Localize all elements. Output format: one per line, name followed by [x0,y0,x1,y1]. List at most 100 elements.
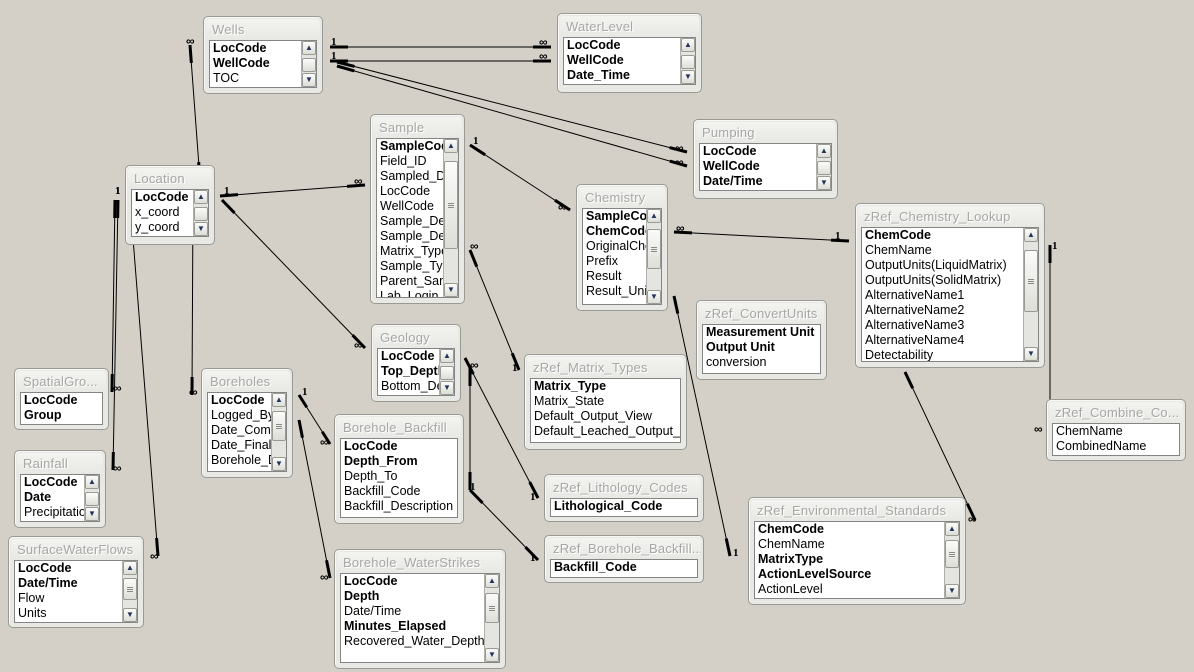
field-list-scrollbar[interactable]: ▲ ▼ [944,522,959,598]
table-title[interactable]: Borehole_Backfill [337,417,461,437]
field-row[interactable]: ChemName [755,537,949,552]
scroll-up-icon[interactable]: ▲ [444,139,458,153]
field-row[interactable]: Matrix_Type [377,244,448,259]
scroll-up-icon[interactable]: ▲ [302,41,316,55]
field-list[interactable]: LocCode WellCode Date_Time ▲ ▼ [563,37,696,85]
table-title[interactable]: Sample [373,117,462,137]
field-row[interactable]: y_coord [132,220,198,235]
scrollbar-thumb[interactable] [444,161,458,249]
table-window-zref_convertunits[interactable]: zRef_ConvertUnits Measurement Unit Output … [696,300,827,380]
field-row-key[interactable]: LocCode [210,41,306,56]
field-row-key[interactable]: WellCode [564,53,685,68]
field-row[interactable]: ActionLevel [755,582,949,597]
field-row-key[interactable]: WellCode [210,56,306,71]
relationships-canvas[interactable]: 1 ∞ 1 ∞ ∞ ∞ 1 ∞ 1 ∞ 1 ∞ ∞ ∞ ∞ ∞ 1 ∞ ∞ 1 ∞ 1 ∞ 1 1 1 ∞ ∞ 1 ∞ ∞ 1 1 Wells L… [0,0,1194,672]
table-window-pumping[interactable]: Pumping LocCode WellCode Date/Time ▲ ▼ [693,119,838,199]
scrollbar-thumb[interactable] [817,161,831,175]
field-row-key[interactable]: Date/Time [700,174,821,189]
field-row-key[interactable]: LocCode [15,561,127,576]
field-list[interactable]: Lithological_Code [550,498,698,517]
relationship-line[interactable] [469,249,520,371]
field-list[interactable]: LocCode Depth_From Depth_To Backfill_Code Ba… [340,438,458,518]
field-list-scrollbar[interactable]: ▲ ▼ [484,574,499,662]
field-list[interactable]: LocCode WellCode Date/Time ▲ ▼ [699,143,832,191]
field-list[interactable]: LocCodeTop_DepthBottom_Depth▲▼ [377,348,455,396]
scroll-up-icon[interactable]: ▲ [123,561,137,575]
scroll-up-icon[interactable]: ▲ [85,475,99,489]
field-list[interactable]: LocCode Date Precipitation ▲ ▼ [20,474,100,522]
table-window-zref_combine_compounds[interactable]: zRef_Combine_Co... ChemName CombinedName [1046,399,1186,461]
table-title[interactable]: zRef_ConvertUnits [699,303,824,323]
scroll-up-icon[interactable]: ▲ [1024,228,1038,242]
table-title[interactable]: zRef_Combine_Co... [1049,402,1183,422]
field-row[interactable]: Sample_Depth_To [377,229,448,244]
table-window-borehole_backfill[interactable]: Borehole_Backfill LocCode Depth_From Depth_… [334,414,464,524]
table-window-zref_lithology_codes[interactable]: zRef_Lithology_Codes Lithological_Code [544,474,704,522]
scroll-up-icon[interactable]: ▲ [485,574,499,588]
table-window-spatialgroups[interactable]: SpatialGro... LocCode Group [14,368,109,430]
field-row-key[interactable]: Date_Time [564,68,685,83]
relationship-line[interactable] [221,199,366,349]
field-row-key[interactable]: LocCode [341,574,489,589]
field-row[interactable]: Bottom_Depth [378,379,444,394]
field-list-scrollbar[interactable]: ▲ ▼ [1023,228,1038,361]
table-window-wells[interactable]: Wells LocCode WellCode TOC ▲ ▼ [203,16,323,94]
relationship-line[interactable] [111,199,116,393]
table-window-location[interactable]: Location LocCode x_coord y_coord ▲ ▼ [125,165,215,245]
field-row-key[interactable]: LocCode [341,439,457,454]
field-row[interactable]: Borehole_Diameter [208,453,276,468]
field-row[interactable]: Depth_To [341,469,457,484]
table-title[interactable]: Borehole_WaterStrikes [337,552,503,572]
field-list-scrollbar[interactable]: ▲ ▼ [680,38,695,84]
table-window-surfacewaterflows[interactable]: SurfaceWaterFlows LocCode Date/Time Flow Uni… [8,536,144,628]
field-list[interactable]: ChemCode ChemName OutputUnits(LiquidMatrix… [861,227,1039,362]
field-row[interactable]: Date_Finalised [208,438,276,453]
field-row[interactable]: Field_ID [377,154,448,169]
field-list[interactable]: ChemName CombinedName [1052,423,1180,456]
table-title[interactable]: WaterLevel [560,16,699,36]
field-row[interactable]: Parent_Sample [377,274,448,289]
scrollbar-thumb[interactable] [272,411,286,441]
field-row-key[interactable]: LocCode [21,475,89,490]
field-row[interactable]: OutputUnits(SolidMatrix) [862,273,1028,288]
field-row-key[interactable]: ChemCode [755,522,949,537]
scrollbar-thumb[interactable] [681,55,695,69]
field-row[interactable]: Result_Unit [583,284,651,299]
field-row[interactable]: Sample_Depth_From [377,214,448,229]
field-row[interactable]: Matrix_State [531,394,680,409]
field-row[interactable]: AlternativeName4 [862,333,1028,348]
table-window-zref_chemistry_lookup[interactable]: zRef_Chemistry_Lookup ChemCode ChemName Out… [855,203,1045,368]
field-row-key[interactable]: ChemCode [862,228,1028,243]
table-title[interactable]: Wells [206,19,320,39]
scrollbar-thumb[interactable] [647,229,661,269]
field-row[interactable]: Backfill_Description [341,499,457,514]
field-row-key[interactable]: Group [21,408,102,423]
field-row[interactable]: Precipitation [21,505,89,520]
scroll-down-icon[interactable]: ▼ [123,608,137,622]
table-title[interactable]: zRef_Lithology_Codes [547,477,701,497]
field-row-key[interactable]: Date/Time [15,576,127,591]
table-window-zref_matrix_types[interactable]: zRef_Matrix_Types Matrix_Type Matrix_State… [524,354,687,450]
field-row[interactable]: AlternativeName2 [862,303,1028,318]
field-row[interactable]: Sample_Type [377,259,448,274]
field-row[interactable]: CombinedName [1053,439,1179,454]
scroll-down-icon[interactable]: ▼ [945,584,959,598]
scroll-down-icon[interactable]: ▼ [440,381,454,395]
field-list[interactable]: LocCode WellCode TOC ▲ ▼ [209,40,317,88]
relationship-line[interactable] [129,199,159,557]
field-list-scrollbar[interactable]: ▲ ▼ [646,209,661,304]
field-row-key[interactable]: ChemCode [583,224,651,239]
field-row-key[interactable]: SampleCode [377,139,448,154]
field-list[interactable]: SampleCodeChemCodeOriginalChemNamePrefix… [582,208,662,305]
scroll-down-icon[interactable]: ▼ [272,457,286,471]
scrollbar-thumb[interactable] [440,366,454,380]
scroll-down-icon[interactable]: ▼ [817,176,831,190]
scroll-up-icon[interactable]: ▲ [647,209,661,223]
field-row[interactable]: OutputUnits(LiquidMatrix) [862,258,1028,273]
scrollbar-thumb[interactable] [1024,250,1038,312]
table-title[interactable]: Boreholes [204,371,290,391]
field-row[interactable]: WellCode [377,199,448,214]
field-row[interactable]: Detectability [862,348,1028,361]
scrollbar-thumb[interactable] [302,58,316,72]
field-list[interactable]: LocCode Depth Date/Time Minutes_Elapsed Reco… [340,573,500,663]
